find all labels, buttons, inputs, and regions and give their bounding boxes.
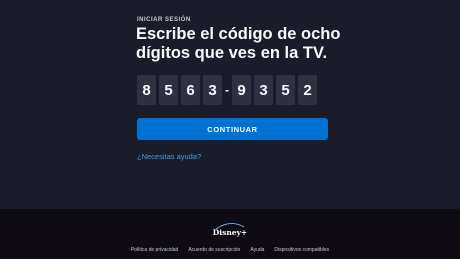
login-code-page: INICIAR SESIÓN Escribe el código de ocho… [0,0,460,259]
code-digit-5[interactable]: 9 [232,75,251,105]
code-separator: - [225,83,229,97]
code-digit-4[interactable]: 3 [203,75,222,105]
disney-plus-logo: Disney+ [213,223,247,237]
help-link[interactable]: ¿Necesitas ayuda? [137,152,201,161]
code-digit-2[interactable]: 5 [159,75,178,105]
footer-link-subscriber-agreement[interactable]: Acuerdo de suscripción [188,247,240,253]
main-panel: INICIAR SESIÓN Escribe el código de ocho… [0,0,460,209]
code-digit-7[interactable]: 5 [276,75,295,105]
footer-link-supported-devices[interactable]: Dispositivos compatibles [274,247,329,253]
code-digit-1[interactable]: 8 [137,75,156,105]
footer-links: Política de privacidad Acuerdo de suscri… [0,247,460,253]
footer-link-help[interactable]: Ayuda [250,247,264,253]
code-input-group[interactable]: 8 5 6 3 - 9 3 5 2 [137,75,320,105]
code-digit-3[interactable]: 6 [181,75,200,105]
footer-link-privacy[interactable]: Política de privacidad [131,247,179,253]
code-digit-6[interactable]: 3 [254,75,273,105]
page-title: Escribe el código de ocho dígitos que ve… [136,25,341,62]
continue-button[interactable]: CONTINUAR [137,118,328,140]
logo-wordmark: Disney+ [213,228,247,237]
section-eyebrow: INICIAR SESIÓN [137,17,191,23]
code-digit-8[interactable]: 2 [298,75,317,105]
